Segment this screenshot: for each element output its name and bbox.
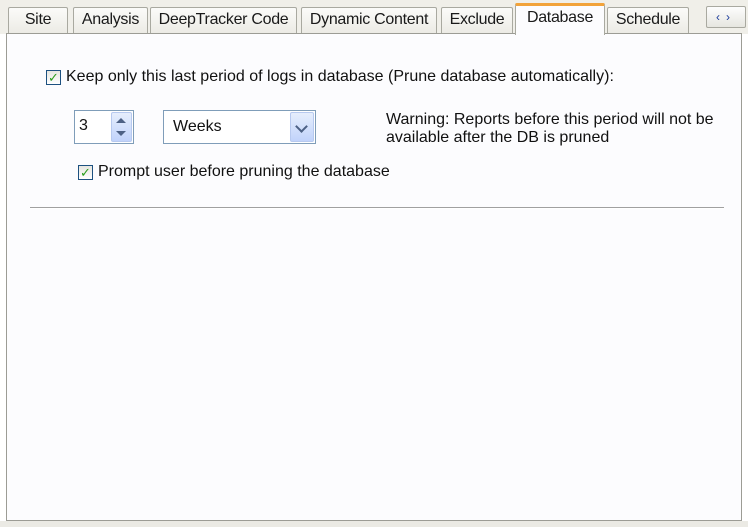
prune-checkbox[interactable]: ✓ <box>46 70 61 85</box>
chevron-right-icon[interactable]: › <box>726 10 736 24</box>
period-unit-value[interactable]: Weeks <box>173 118 222 136</box>
period-spinner[interactable]: 3 <box>74 110 134 144</box>
tab-schedule[interactable]: Schedule <box>607 7 689 33</box>
chevron-left-icon[interactable]: ‹ <box>716 10 726 24</box>
database-panel <box>6 33 742 521</box>
tab-strip: Site Analysis DeepTracker Code Dynamic C… <box>0 0 748 35</box>
prune-label: Keep only this last period of logs in da… <box>66 68 614 85</box>
tab-analysis[interactable]: Analysis <box>73 7 148 33</box>
bottom-border <box>0 521 748 527</box>
tab-deeptracker-code[interactable]: DeepTracker Code <box>150 7 297 33</box>
tab-scroll-buttons[interactable]: ‹› <box>706 6 746 28</box>
dropdown-button[interactable] <box>290 112 314 142</box>
warning-text: Warning: Reports before this period will… <box>386 111 714 146</box>
chevron-down-icon[interactable] <box>295 120 308 133</box>
prompt-checkbox[interactable]: ✓ <box>78 165 93 180</box>
tab-database[interactable]: Database <box>515 3 605 35</box>
tab-site[interactable]: Site <box>8 7 68 33</box>
prompt-label: Prompt user before pruning the database <box>98 163 390 180</box>
spin-up-icon[interactable] <box>116 118 126 123</box>
tab-exclude[interactable]: Exclude <box>441 7 513 33</box>
period-unit-dropdown[interactable]: Weeks <box>163 110 316 144</box>
separator <box>30 207 724 209</box>
spin-down-icon[interactable] <box>116 131 126 136</box>
tab-dynamic-content[interactable]: Dynamic Content <box>301 7 437 33</box>
period-value[interactable]: 3 <box>79 117 88 135</box>
spin-buttons[interactable] <box>111 112 132 142</box>
